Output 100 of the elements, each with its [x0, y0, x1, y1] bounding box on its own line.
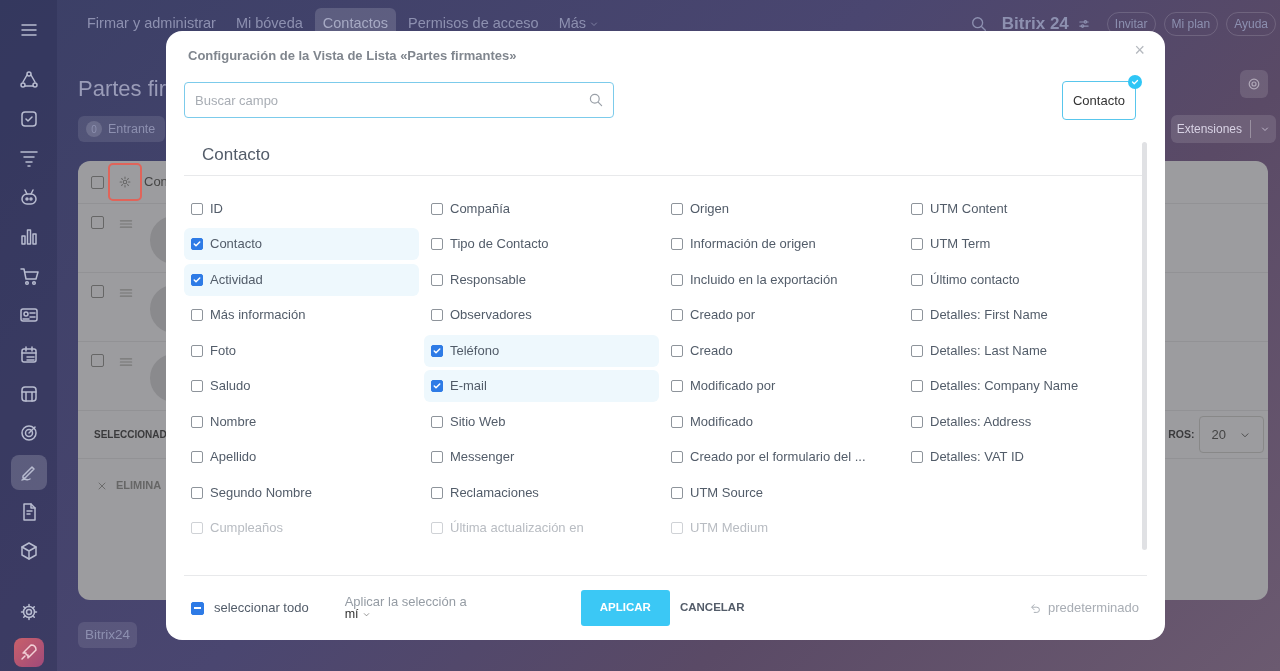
field-option[interactable]: Modificado: [664, 405, 899, 438]
field-option[interactable]: Detalles: First Name: [904, 299, 1139, 331]
toggle-icon[interactable]: [1076, 17, 1091, 31]
checkbox[interactable]: [671, 238, 683, 250]
field-option[interactable]: Segundo Nombre: [184, 476, 419, 509]
field-option[interactable]: UTM Source: [664, 476, 899, 509]
checkbox[interactable]: [191, 202, 203, 215]
field-option[interactable]: Teléfono: [424, 334, 659, 367]
field-option[interactable]: Creado por el formulario del ...: [664, 441, 899, 473]
field-option[interactable]: Detalles: Last Name: [904, 334, 1139, 367]
checkbox[interactable]: [191, 415, 203, 428]
checkbox[interactable]: [671, 344, 683, 357]
checkbox[interactable]: [431, 344, 443, 357]
selected-count-label: SELECCIONAD: [94, 428, 167, 442]
field-option[interactable]: ID: [184, 192, 419, 225]
search-field[interactable]: Buscar campo: [184, 82, 614, 119]
field-option[interactable]: Sitio Web: [424, 405, 659, 438]
row-checkbox[interactable]: [91, 285, 104, 298]
checkbox[interactable]: [911, 451, 923, 463]
field-option[interactable]: Información de origen: [664, 228, 899, 260]
pen-icon[interactable]: [10, 454, 47, 491]
extensions-button[interactable]: Extensiones: [1170, 115, 1276, 143]
checkbox[interactable]: [671, 202, 683, 215]
checkbox[interactable]: [671, 415, 683, 428]
checkbox[interactable]: [431, 273, 443, 286]
field-option[interactable]: Saludo: [184, 370, 419, 402]
field-option[interactable]: Último contacto: [904, 263, 1139, 296]
checkbox[interactable]: [911, 202, 923, 215]
field-option[interactable]: Responsable: [424, 263, 659, 296]
checkbox[interactable]: [671, 451, 683, 463]
undo-icon: [1028, 601, 1042, 615]
checkbox[interactable]: [671, 486, 683, 499]
field-option[interactable]: Foto: [184, 334, 419, 367]
field-option[interactable]: Apellido: [184, 441, 419, 473]
gear-icon[interactable]: [118, 175, 132, 189]
field-option: UTM Medium: [664, 512, 899, 544]
checkbox[interactable]: [911, 344, 923, 357]
field-option[interactable]: Tipo de Contacto: [424, 228, 659, 260]
field-option[interactable]: Modificado por: [664, 370, 899, 402]
checkbox[interactable]: [911, 309, 923, 321]
checkbox[interactable]: [911, 273, 923, 286]
field-option[interactable]: Contacto: [184, 228, 419, 260]
checkbox[interactable]: [911, 238, 923, 250]
checkbox[interactable]: [91, 175, 104, 189]
checkbox[interactable]: [191, 380, 203, 392]
cancel-button[interactable]: CANCELAR: [669, 599, 755, 617]
checkbox[interactable]: [911, 415, 923, 428]
checkbox[interactable]: [191, 273, 203, 286]
chevron-down-icon: [1260, 124, 1270, 134]
field-option[interactable]: Más información: [184, 299, 419, 331]
field-option[interactable]: E-mail: [424, 370, 659, 402]
field-option[interactable]: Reclamaciones: [424, 476, 659, 509]
checkbox[interactable]: [431, 451, 443, 463]
scrollbar[interactable]: [1142, 142, 1147, 550]
checkbox[interactable]: [671, 380, 683, 392]
checkbox[interactable]: [911, 380, 923, 392]
field-option[interactable]: Compañía: [424, 192, 659, 225]
checkbox[interactable]: [191, 451, 203, 463]
settings-button[interactable]: [1240, 69, 1268, 98]
checkbox[interactable]: [431, 380, 443, 392]
checkbox[interactable]: [191, 309, 203, 321]
field-option[interactable]: Observadores: [424, 299, 659, 331]
entity-chip[interactable]: Contacto: [1061, 80, 1136, 120]
row-checkbox[interactable]: [91, 354, 104, 367]
field-option[interactable]: Nombre: [184, 405, 419, 438]
check-badge-icon: [1128, 74, 1142, 89]
settings-icon[interactable]: [18, 602, 39, 623]
field-option: Cumpleaños: [184, 512, 419, 544]
field-option[interactable]: Detalles: Address: [904, 405, 1139, 438]
checkbox[interactable]: [191, 344, 203, 357]
checkbox[interactable]: [431, 202, 443, 215]
filter-label: Entrante: [108, 120, 156, 138]
rocket-icon[interactable]: [18, 642, 39, 663]
checkbox[interactable]: [431, 238, 443, 250]
field-option[interactable]: UTM Term: [904, 228, 1139, 260]
select-all-checkbox[interactable]: seleccionar todo: [191, 598, 309, 618]
field-option[interactable]: Incluido en la exportación: [664, 263, 899, 296]
field-option[interactable]: Creado: [664, 334, 899, 367]
checkbox[interactable]: [671, 273, 683, 286]
field-option[interactable]: Detalles: Company Name: [904, 370, 1139, 402]
page-size-select[interactable]: 20: [1198, 415, 1264, 454]
checkbox[interactable]: [431, 486, 443, 499]
checkbox[interactable]: [431, 415, 443, 428]
checkbox[interactable]: [671, 309, 683, 321]
checkbox[interactable]: [191, 238, 203, 250]
field-option[interactable]: Origen: [664, 192, 899, 225]
apply-to-label: Aplicar la selección a: [344, 594, 467, 609]
apply-to-dropdown[interactable]: mí: [344, 608, 371, 622]
field-option[interactable]: Creado por: [664, 299, 899, 331]
field-option[interactable]: Actividad: [184, 263, 419, 296]
page-size-label: ROS:: [1168, 426, 1195, 442]
row-checkbox[interactable]: [91, 216, 104, 229]
field-option: Última actualización en: [424, 512, 659, 544]
field-option[interactable]: Detalles: VAT ID: [904, 441, 1139, 473]
field-option[interactable]: UTM Content: [904, 192, 1139, 225]
search-icon: [588, 92, 604, 109]
field-option[interactable]: Messenger: [424, 441, 659, 473]
checkbox[interactable]: [191, 486, 203, 499]
checkbox[interactable]: [431, 309, 443, 321]
search-icon[interactable]: [969, 15, 988, 33]
